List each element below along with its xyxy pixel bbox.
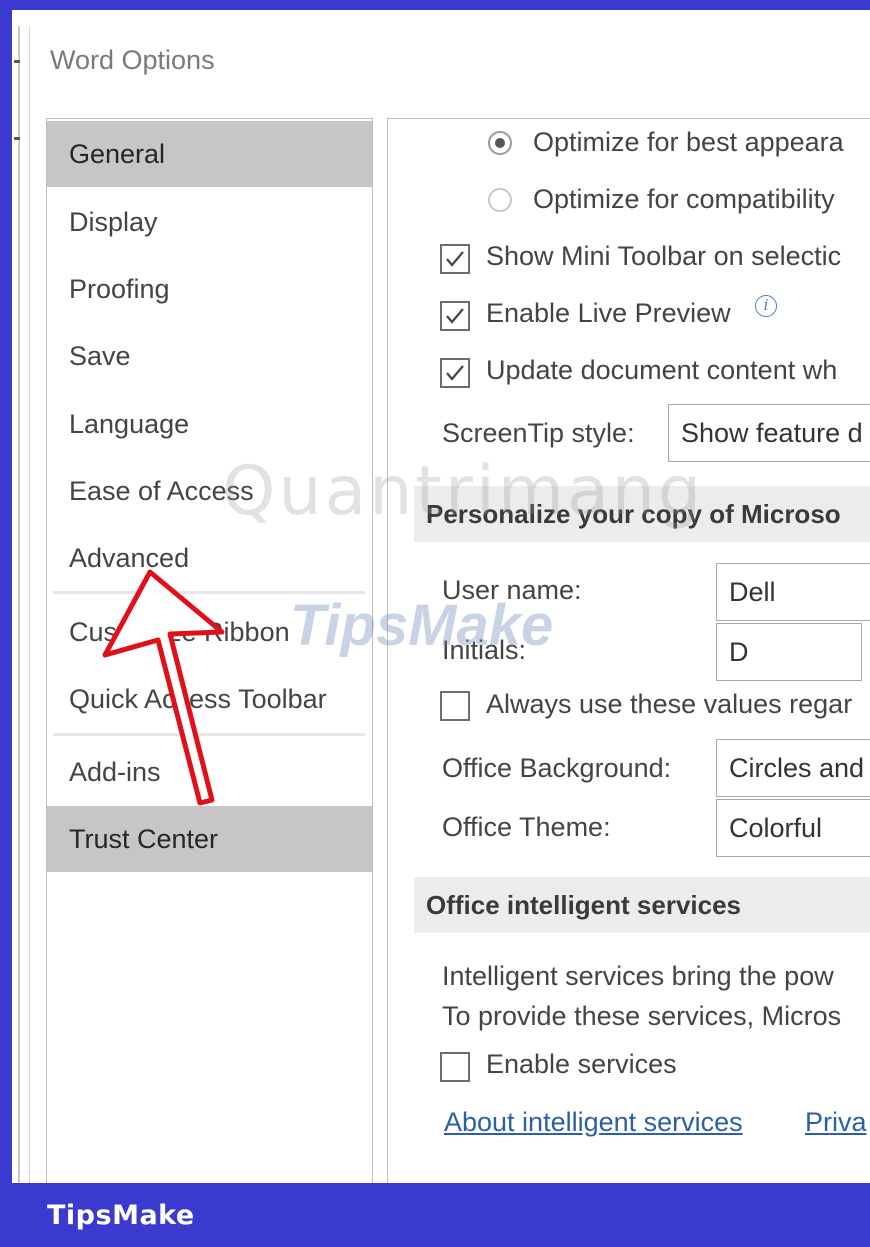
brand-label: TipsMake [47,1200,195,1231]
red-arrow-annotation [102,569,225,806]
